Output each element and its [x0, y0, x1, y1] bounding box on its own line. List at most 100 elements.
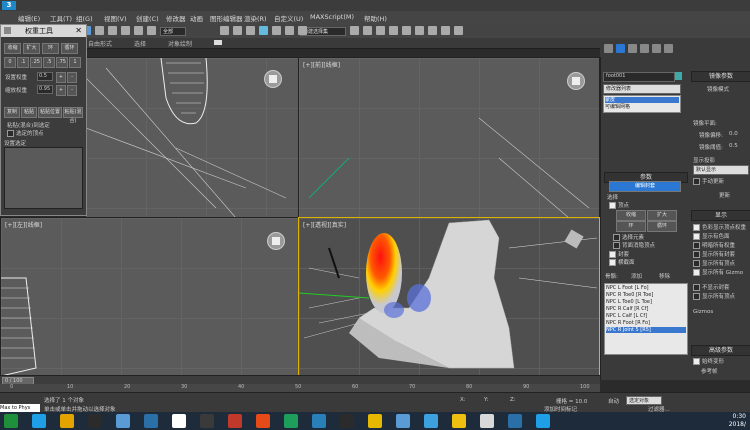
display-option-checkbox[interactable]: 显示所有封套	[693, 250, 735, 258]
toolbar-tool-7-icon[interactable]	[95, 26, 104, 35]
copy-button[interactable]: 复制	[4, 107, 20, 118]
display-option-checkbox[interactable]: 色彩显示顶点权重	[693, 223, 746, 231]
taskbar-app-3-icon[interactable]	[88, 414, 102, 428]
edit-envelopes-button[interactable]: 编辑封套	[609, 181, 681, 192]
taskbar-app-12-icon[interactable]	[340, 414, 354, 428]
maxscript-listener[interactable]: Max to Phys	[0, 404, 40, 412]
taskbar-app-19-icon[interactable]	[536, 414, 550, 428]
toolbar-tool-30-icon[interactable]	[454, 26, 463, 35]
weight-025-button[interactable]: .25	[30, 57, 42, 68]
menu-0[interactable]: 编辑(E)	[18, 13, 40, 23]
weight-01-button[interactable]: .1	[17, 57, 29, 68]
scale-plus-button[interactable]: +	[56, 85, 66, 96]
taskbar-app-18-icon[interactable]	[508, 414, 522, 428]
set-weight-input[interactable]: 0.5	[37, 72, 53, 81]
weight-05-button[interactable]: .5	[43, 57, 55, 68]
toolbar-tool-14-icon[interactable]	[246, 26, 255, 35]
vertex-weight-list[interactable]	[4, 147, 83, 209]
viewport-left[interactable]: [+][左][线框]	[0, 217, 299, 377]
menu-8[interactable]: 渲染(R)	[244, 13, 267, 23]
toolbar-tool-17-icon[interactable]	[285, 26, 294, 35]
paste-blend-button[interactable]: 粘贴(混合)	[63, 107, 83, 124]
taskbar-app-9-icon[interactable]	[256, 414, 270, 428]
paste-position-button[interactable]: 粘贴位置	[38, 107, 62, 118]
toolbar-tool-9-icon[interactable]	[121, 26, 130, 35]
shrink-button[interactable]: 收缩	[4, 43, 21, 54]
taskbar-app-10-icon[interactable]	[284, 414, 298, 428]
toolbar-tool-24-icon[interactable]	[376, 26, 385, 35]
scale-weight-input[interactable]: 0.95	[37, 85, 53, 94]
menu-6[interactable]: 动画	[190, 13, 203, 23]
toolbar-tool-18-icon[interactable]	[298, 26, 307, 35]
auto-key-button[interactable]: 自动	[608, 397, 619, 405]
taskbar-app-0-icon[interactable]	[4, 414, 18, 428]
mirror-threshold-value[interactable]: 0.5	[729, 143, 738, 149]
display-option-checkbox[interactable]: 不显示封套	[693, 283, 730, 291]
command-tab-5-icon[interactable]	[664, 44, 673, 53]
close-icon[interactable]: ✕	[75, 25, 82, 37]
taskbar-app-4-icon[interactable]	[116, 414, 130, 428]
toolbar-tool-22-icon[interactable]	[350, 26, 359, 35]
cross-sections-checkbox[interactable]: 横截面	[609, 258, 635, 266]
bone-item[interactable]: NPC L Calf [L Cf]	[606, 313, 686, 319]
mirror-mode-button[interactable]: 镜像模式	[707, 85, 729, 93]
key-filter-dropdown[interactable]: 选定对象	[626, 396, 662, 405]
command-tab-3-icon[interactable]	[640, 44, 649, 53]
command-tab-0-icon[interactable]	[604, 44, 613, 53]
app-logo-icon[interactable]: 3	[2, 1, 16, 10]
menu-9[interactable]: 自定义(U)	[274, 13, 303, 23]
cmd-shrink-button[interactable]: 收缩	[616, 210, 646, 221]
display-option-checkbox[interactable]: 明暗所有权重	[693, 241, 735, 249]
viewport-perspective[interactable]: [+][透视][真实]	[298, 217, 600, 377]
display-option-checkbox[interactable]: 显示所有顶点	[693, 259, 735, 267]
remove-bone-button[interactable]: 移除	[659, 272, 670, 280]
modifier-list-dropdown[interactable]: 修改器列表	[603, 84, 681, 94]
taskbar-app-5-icon[interactable]	[144, 414, 158, 428]
menu-1[interactable]: 工具(T)	[50, 13, 72, 23]
ring-button[interactable]: 环	[42, 43, 59, 54]
floater-menu-icon[interactable]	[4, 27, 11, 34]
object-color-swatch[interactable]	[675, 72, 682, 80]
menu-2[interactable]: 组(G)	[76, 13, 93, 23]
backface-cull-checkbox[interactable]: 背面消隐顶点	[613, 241, 655, 249]
taskbar-app-14-icon[interactable]	[396, 414, 410, 428]
loop-button[interactable]: 循环	[61, 43, 78, 54]
ribbon-tab-selection[interactable]: 选择	[134, 39, 146, 48]
taskbar-app-2-icon[interactable]	[60, 414, 74, 428]
selected-vertex-checkbox[interactable]: 选定的顶点	[7, 129, 44, 137]
select-element-checkbox[interactable]: 选择元素	[613, 233, 644, 241]
advanced-params-header[interactable]: 高级参数	[691, 345, 750, 356]
envelopes-checkbox[interactable]: 封套	[609, 250, 629, 258]
menu-3[interactable]: 视图(V)	[104, 13, 127, 23]
selection-filter-dropdown[interactable]: 全部	[160, 27, 186, 36]
toolbar-tool-12-icon[interactable]	[220, 26, 229, 35]
stack-item-editable-mesh[interactable]: 可编辑网格	[605, 104, 679, 110]
taskbar-app-16-icon[interactable]	[452, 414, 466, 428]
viewport-front[interactable]: [+][前][线框]	[298, 57, 600, 219]
command-tab-4-icon[interactable]	[652, 44, 661, 53]
toolbar-tool-28-icon[interactable]	[428, 26, 437, 35]
always-deform-checkbox[interactable]: 始终变形	[693, 357, 724, 365]
cmd-grow-button[interactable]: 扩大	[647, 210, 677, 221]
paste-button[interactable]: 粘贴	[21, 107, 37, 118]
taskbar-app-7-icon[interactable]	[200, 414, 214, 428]
grow-button[interactable]: 扩大	[23, 43, 40, 54]
taskbar-app-15-icon[interactable]	[424, 414, 438, 428]
display-rollout-header[interactable]: 显示	[691, 210, 750, 221]
mirror-params-header[interactable]: 镜像参数	[691, 71, 750, 82]
viewport-top[interactable]	[85, 57, 299, 219]
toolbar-tool-10-icon[interactable]	[134, 26, 143, 35]
taskbar-app-11-icon[interactable]	[312, 414, 326, 428]
scale-minus-button[interactable]: -	[67, 85, 77, 96]
mirror-offset-value[interactable]: 0.0	[729, 131, 738, 137]
ribbon-toggle-icon[interactable]	[214, 40, 222, 45]
update-button[interactable]: 更新	[719, 191, 730, 199]
toolbar-tool-23-icon[interactable]	[363, 26, 372, 35]
command-tab-1-icon[interactable]	[616, 44, 625, 53]
display-option-checkbox[interactable]: 显示所有顶点	[693, 292, 735, 300]
bone-item[interactable]: NPC L Toe0 [L Toe]	[606, 299, 686, 305]
toolbar-tool-26-icon[interactable]	[402, 26, 411, 35]
command-tab-2-icon[interactable]	[628, 44, 637, 53]
weight-plus-button[interactable]: +	[56, 72, 66, 83]
weight-minus-button[interactable]: -	[67, 72, 77, 83]
